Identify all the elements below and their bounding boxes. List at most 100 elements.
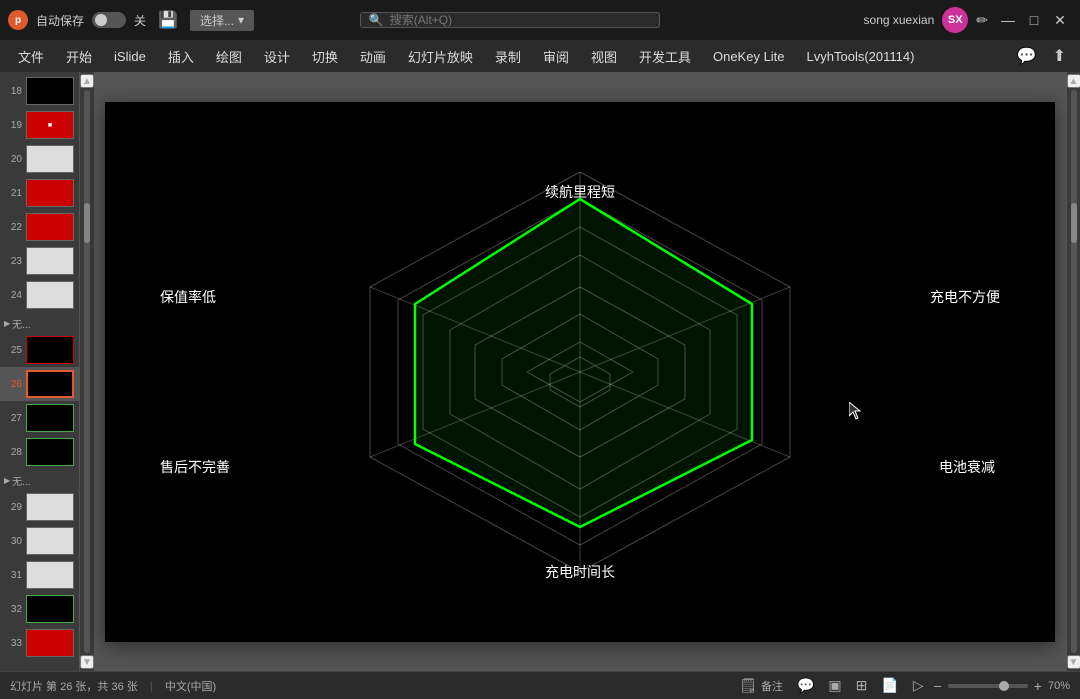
select-dropdown[interactable]: 选择... ▾ [190, 10, 254, 31]
slide-number-29: 29 [4, 502, 22, 513]
notes-icon: 🗒 [739, 677, 757, 693]
app-logo: p [8, 10, 28, 30]
zoom-out-icon: − [934, 678, 942, 694]
slide-item-19[interactable]: 19 ■ [0, 108, 79, 142]
slide-item-25[interactable]: 25 [0, 333, 79, 367]
slide-number-31: 31 [4, 570, 22, 581]
slide-item-24[interactable]: 24 [0, 278, 79, 312]
section-label-none2[interactable]: ▶ 无... [0, 469, 79, 490]
autosave-label: 自动保存 [36, 12, 84, 29]
menu-review[interactable]: 审阅 [533, 43, 579, 70]
menu-onekey[interactable]: OneKey Lite [703, 45, 795, 68]
section-text-1: 无... [12, 316, 30, 331]
slide-item-30[interactable]: 30 [0, 524, 79, 558]
menu-slideshow[interactable]: 幻灯片放映 [398, 43, 483, 70]
scroll-up-button[interactable]: ▲ [80, 74, 94, 88]
slide-item-26[interactable]: 26 [0, 367, 79, 401]
slide-thumb-20 [26, 145, 74, 173]
menu-extra-icons: 💬 ⬆ [1011, 44, 1072, 68]
slide-item-22[interactable]: 22 [0, 210, 79, 244]
save-button[interactable]: 💾 [154, 10, 182, 30]
autosave-toggle[interactable] [92, 12, 126, 28]
menu-draw[interactable]: 绘图 [206, 43, 252, 70]
slide-thumb-18 [26, 77, 74, 105]
menu-islide[interactable]: iSlide [104, 45, 156, 68]
cursor-icon [849, 402, 863, 420]
slide-item-21[interactable]: 21 [0, 176, 79, 210]
view-present-button[interactable]: ▷ [909, 675, 928, 696]
scroll-down-button[interactable]: ▼ [80, 655, 94, 669]
radar-chart [300, 142, 860, 602]
zoom-in-icon: + [1034, 678, 1042, 694]
slide-item-27[interactable]: 27 [0, 401, 79, 435]
status-bar: 幻灯片 第 26 张，共 36 张 | 中文(中国) 🗒 备注 💬 ▣ ⊞ 📄 … [0, 671, 1080, 699]
comment-icon-button[interactable]: 💬 [1011, 44, 1043, 68]
label-top-left: 保值率低 [160, 287, 216, 307]
slide-thumb-26 [26, 370, 74, 398]
status-icons: 🗒 备注 💬 ▣ ⊞ 📄 ▷ − + 70% [735, 675, 1070, 696]
notes-label: 备注 [761, 681, 783, 693]
content-area: ▲ ▼ 续航里程短 充电不方便 电池衰减 充电时间长 售后不完善 保值率低 [80, 72, 1080, 671]
slide-item-28[interactable]: 28 [0, 435, 79, 469]
slide-item-20[interactable]: 20 [0, 142, 79, 176]
slide-thumb-29 [26, 493, 74, 521]
slide-number-28: 28 [4, 447, 22, 458]
zoom-thumb [999, 681, 1009, 691]
scroll-track [84, 90, 90, 653]
slide-number-20: 20 [4, 154, 22, 165]
slide-thumb-25 [26, 336, 74, 364]
scroll-thumb [84, 203, 90, 243]
slide-thumb-21 [26, 179, 74, 207]
slide-number-30: 30 [4, 536, 22, 547]
slide-thumb-23 [26, 247, 74, 275]
notes-button[interactable]: 🗒 备注 [735, 675, 787, 696]
share-icon-button[interactable]: ⬆ [1047, 44, 1072, 68]
menu-lvyhtools[interactable]: LvyhTools(201114) [797, 45, 925, 68]
main-area: 18 19 ■ 20 21 22 23 24 [0, 72, 1080, 671]
search-input[interactable] [390, 13, 651, 27]
restore-button[interactable]: □ [1022, 8, 1046, 32]
avatar[interactable]: SX [942, 7, 968, 33]
slide-item-18[interactable]: 18 [0, 74, 79, 108]
right-scroll-down-button[interactable]: ▼ [1067, 655, 1080, 669]
menu-devtools[interactable]: 开发工具 [629, 43, 701, 70]
user-area: song xuexian SX ✏ [864, 7, 988, 33]
view-grid-button[interactable]: ⊞ [852, 675, 872, 696]
slide-number-27: 27 [4, 413, 22, 424]
menu-view[interactable]: 视图 [581, 43, 627, 70]
slide-number-18: 18 [4, 86, 22, 97]
view-normal-button[interactable]: ▣ [824, 675, 845, 696]
close-button[interactable]: ✕ [1048, 8, 1072, 32]
menu-record[interactable]: 录制 [485, 43, 531, 70]
slide-item-31[interactable]: 31 [0, 558, 79, 592]
slide-number-22: 22 [4, 222, 22, 233]
zoom-slider[interactable] [948, 684, 1028, 688]
section-arrow-icon: ▶ [4, 319, 10, 328]
right-scroll-up-button[interactable]: ▲ [1067, 74, 1080, 88]
menu-animation[interactable]: 动画 [350, 43, 396, 70]
slide-number-32: 32 [4, 604, 22, 615]
menu-bar: 文件 开始 iSlide 插入 绘图 设计 切换 动画 幻灯片放映 录制 审阅 … [0, 40, 1080, 72]
search-icon: 🔍 [369, 13, 384, 27]
menu-home[interactable]: 开始 [56, 43, 102, 70]
autosave-state: 关 [134, 12, 146, 29]
slide-item-33[interactable]: 33 [0, 626, 79, 660]
slide-item-29[interactable]: 29 [0, 490, 79, 524]
pen-icon[interactable]: ✏ [976, 12, 988, 29]
menu-transition[interactable]: 切换 [302, 43, 348, 70]
minimize-button[interactable]: — [996, 8, 1020, 32]
slide-thumb-24 [26, 281, 74, 309]
slide-item-32[interactable]: 32 [0, 592, 79, 626]
slide-item-23[interactable]: 23 [0, 244, 79, 278]
section-label-none1[interactable]: ▶ 无... [0, 312, 79, 333]
search-box: 🔍 [360, 12, 660, 28]
zoom-level: 70% [1048, 680, 1070, 692]
menu-insert[interactable]: 插入 [158, 43, 204, 70]
menu-file[interactable]: 文件 [8, 43, 54, 70]
view-reading-button[interactable]: 📄 [877, 675, 902, 696]
slide-thumb-32 [26, 595, 74, 623]
menu-design[interactable]: 设计 [254, 43, 300, 70]
comments-button[interactable]: 💬 [793, 675, 818, 696]
language-indicator: 中文(中国) [165, 678, 216, 694]
slide-number-33: 33 [4, 638, 22, 649]
